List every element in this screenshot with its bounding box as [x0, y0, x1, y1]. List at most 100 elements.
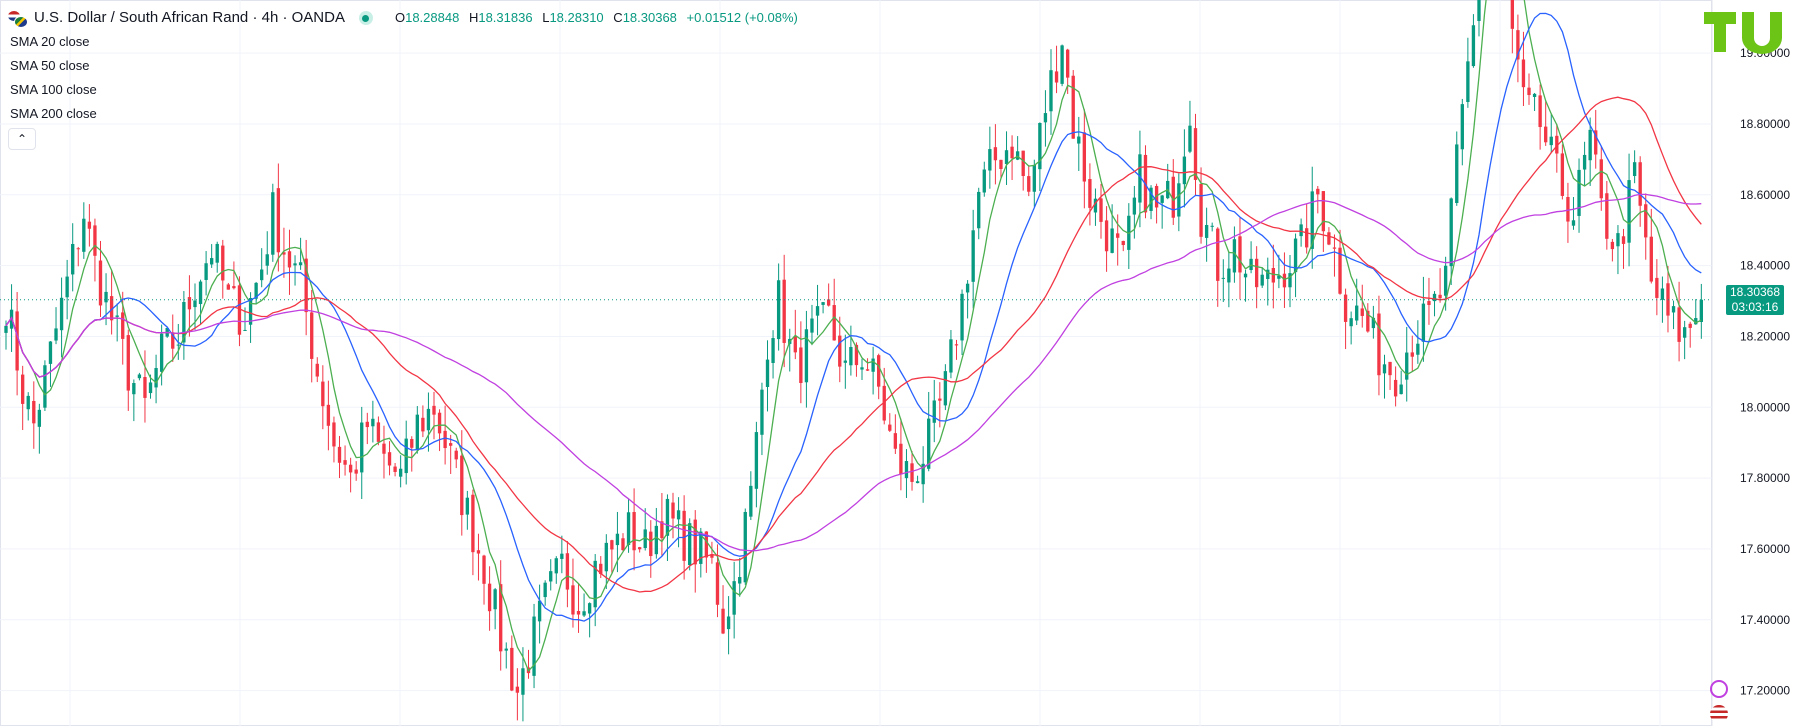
candle-body [871, 358, 875, 372]
candle-body [1238, 236, 1242, 273]
candle-body [21, 374, 25, 404]
candle-body [432, 405, 436, 415]
candle-body [949, 339, 953, 373]
candle-body [954, 344, 959, 346]
price-tick-label: 18.60000 [1740, 188, 1790, 202]
candle-body [1177, 183, 1181, 217]
candle-body [1677, 307, 1681, 342]
candle-body [1160, 195, 1164, 203]
candle-body [360, 422, 364, 473]
candle-body [154, 368, 158, 388]
candle [1060, 44, 1064, 87]
candle-body [276, 188, 281, 253]
candle-body [821, 302, 825, 305]
candle-body [449, 443, 453, 446]
candle-body [1688, 323, 1692, 328]
candle-body [37, 409, 42, 427]
currency-pair-flag-icon [8, 11, 28, 28]
candle-body [543, 582, 547, 598]
candle-body [59, 297, 64, 331]
candle-body [1421, 303, 1426, 342]
candle-body [860, 367, 864, 370]
candle-body [1260, 274, 1264, 286]
candle-body [682, 510, 686, 561]
candle-body [1355, 305, 1359, 321]
candle-body [1004, 150, 1009, 165]
candle-body [849, 347, 853, 366]
candle-body [1699, 299, 1703, 322]
candle-body [1060, 45, 1064, 84]
candle-body [1443, 265, 1448, 296]
price-tick-label: 17.60000 [1740, 542, 1790, 556]
candle-body [1343, 294, 1348, 322]
candle-body [1671, 306, 1676, 313]
candle-body [1566, 196, 1570, 222]
candle-body [910, 463, 914, 482]
candle-body [137, 374, 142, 379]
candle-body [26, 395, 30, 410]
candle-body [65, 276, 69, 298]
candle-body [1532, 93, 1537, 97]
candle-body [843, 360, 847, 363]
candle-body [1210, 225, 1214, 227]
candle-body [337, 446, 342, 463]
candle-body [443, 430, 447, 449]
candle-body [148, 382, 153, 394]
candle-body [515, 686, 520, 693]
candle-body [326, 404, 331, 426]
price-chart[interactable]: 17.20000 17.40000 17.60000 17.80000 18.00000… [0, 0, 1800, 728]
candle-body [1655, 277, 1659, 298]
candle-body [243, 329, 247, 331]
candle-body [71, 244, 75, 275]
candle-body [665, 498, 670, 536]
candle-body [398, 468, 403, 477]
last-price-value: 18.30368 [1729, 284, 1781, 299]
candle-body [1010, 146, 1014, 159]
candle-body [365, 421, 369, 428]
candle-body [1121, 240, 1125, 246]
candle-body [1577, 169, 1581, 216]
candle-body [1582, 154, 1587, 170]
price-tick-label: 18.40000 [1740, 259, 1790, 273]
indicator-sma50-label[interactable]: SMA 50 close [10, 58, 90, 73]
indicator-sma100-label[interactable]: SMA 100 close [10, 82, 97, 97]
candle-body [1199, 183, 1203, 237]
indicator-sma200-label[interactable]: SMA 200 close [10, 106, 97, 121]
candle-body [1427, 301, 1431, 305]
candle-body [1632, 162, 1637, 177]
candle-body [765, 359, 770, 387]
chevron-up-icon: ⌃ [16, 132, 28, 146]
symbol-title[interactable]: U.S. Dollar / South African Rand · 4h · … [34, 8, 345, 28]
candle-body [221, 245, 225, 281]
candle-body [126, 335, 130, 391]
collapse-legend-button[interactable]: ⌃ [8, 128, 36, 150]
candle-body [1538, 95, 1542, 128]
candle-body [1332, 247, 1337, 249]
candle-body [271, 192, 275, 255]
candle-body [1393, 379, 1398, 397]
price-tick-label: 18.00000 [1740, 400, 1790, 414]
candle-body [476, 550, 481, 554]
sync-icon[interactable] [1710, 680, 1728, 698]
candle-body [1644, 204, 1648, 238]
candle-body [298, 262, 303, 266]
candle-body [571, 585, 575, 615]
candle-body [415, 414, 419, 451]
candle-body [487, 583, 492, 612]
candle-body [1099, 198, 1103, 222]
candle-body [1471, 25, 1476, 67]
candle-body [1221, 277, 1225, 279]
candle-body [938, 398, 942, 401]
candle-body [1271, 267, 1275, 283]
candle-body [893, 433, 898, 449]
candle-body [721, 608, 725, 634]
indicator-sma20-label[interactable]: SMA 20 close [10, 34, 90, 49]
candle-body [793, 336, 797, 353]
candle-body [1571, 220, 1576, 226]
candle-body [671, 502, 675, 519]
candle-body [715, 562, 720, 605]
candle-body [1621, 236, 1626, 244]
candle-body [582, 611, 586, 616]
candle-body [988, 149, 992, 171]
candle-body [1399, 384, 1403, 395]
